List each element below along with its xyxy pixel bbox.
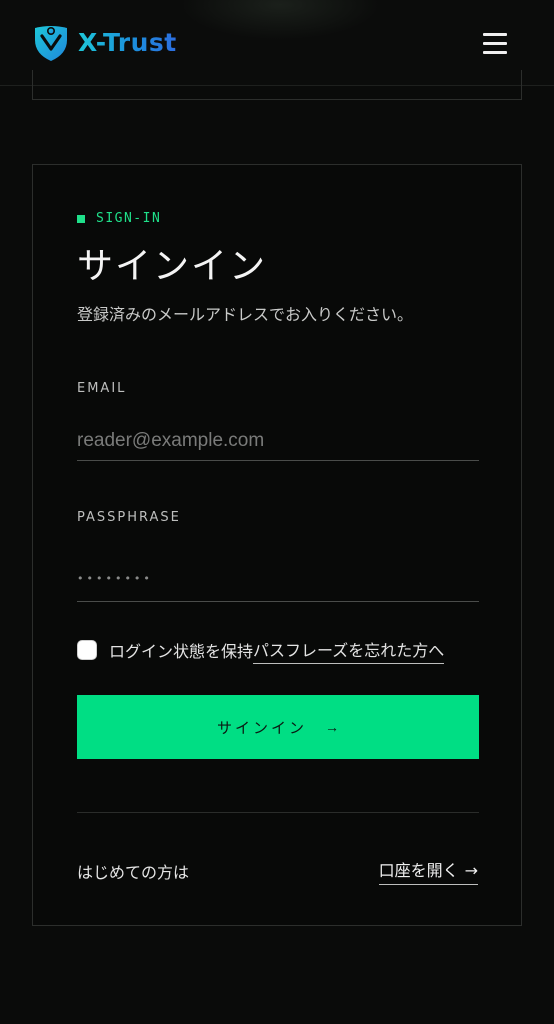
- open-account-label: 口座を開く: [378, 861, 459, 880]
- passphrase-label: PASSPHRASE: [77, 510, 181, 525]
- shield-person-icon: [35, 26, 67, 61]
- square-bullet-icon: [77, 214, 85, 223]
- remember-checkbox[interactable]: [77, 640, 97, 660]
- page-subtitle: 登録済みのメールアドレスでお入りください。: [77, 305, 414, 324]
- brand-logo[interactable]: X-Trust: [32, 22, 177, 62]
- hamburger-menu-icon[interactable]: [480, 30, 510, 56]
- signin-button-label: サインイン: [216, 719, 307, 737]
- arrow-right-icon: →: [325, 719, 339, 735]
- open-account-link[interactable]: 口座を開く →: [378, 857, 478, 885]
- brand-name: X-Trust: [78, 27, 177, 57]
- arrow-right-icon: →: [464, 861, 478, 880]
- remember-row: ログイン状態を保持 パスフレーズを忘れた方へ: [77, 637, 479, 664]
- header-glow: [180, 0, 380, 40]
- page-title: サインイン: [77, 246, 268, 287]
- previous-card-edge: [32, 70, 522, 100]
- signin-button[interactable]: サインイン →: [77, 695, 479, 759]
- signin-card: SIGN-IN サインイン 登録済みのメールアドレスでお入りください。 EMAI…: [32, 164, 522, 926]
- email-label: EMAIL: [77, 381, 127, 396]
- divider: [77, 812, 479, 813]
- section-eyebrow: SIGN-IN: [77, 211, 161, 226]
- email-field[interactable]: [77, 421, 479, 461]
- eyebrow-label: SIGN-IN: [96, 211, 162, 226]
- passphrase-field[interactable]: ••••••••: [77, 562, 479, 602]
- remember-label: ログイン状態を保持: [109, 642, 254, 661]
- forgot-passphrase-link[interactable]: パスフレーズを忘れた方へ: [253, 637, 445, 664]
- first-time-text: はじめての方は: [77, 863, 190, 882]
